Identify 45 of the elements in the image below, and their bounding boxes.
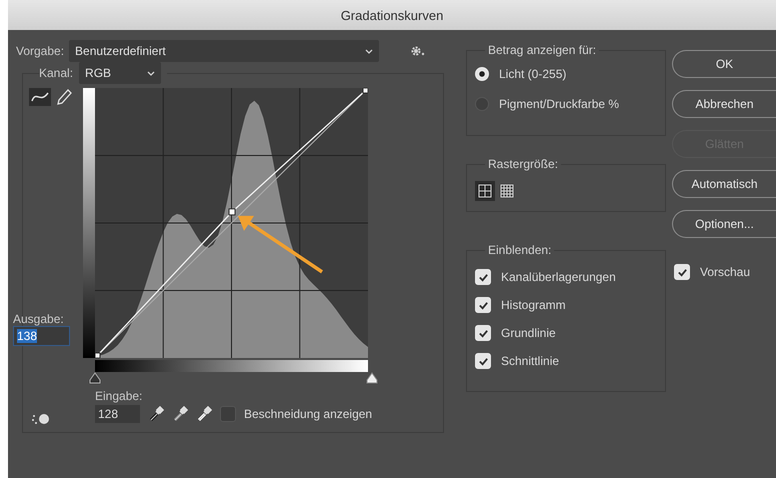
radio-label: Licht (0-255) bbox=[499, 67, 566, 81]
radio-button[interactable] bbox=[475, 97, 489, 111]
target-adjust-icon[interactable] bbox=[31, 412, 51, 426]
control-point[interactable] bbox=[362, 88, 368, 94]
channel-label: Kanal: bbox=[39, 66, 74, 80]
eyedropper-icon[interactable] bbox=[172, 406, 188, 422]
group-title: Rastergröße: bbox=[485, 157, 562, 171]
check-icon bbox=[676, 266, 688, 278]
checkbox-label: Grundlinie bbox=[501, 326, 556, 340]
output-label: Ausgabe: bbox=[13, 312, 65, 326]
preset-dropdown[interactable]: Benutzerdefiniert bbox=[69, 40, 380, 62]
settings-icon[interactable] bbox=[410, 45, 426, 57]
dialog-button[interactable]: OK bbox=[672, 50, 776, 78]
checkbox-label: Vorschau bbox=[700, 265, 750, 279]
group-title: Betrag anzeigen für: bbox=[485, 43, 600, 57]
checkbox-label: Histogramm bbox=[501, 298, 566, 312]
checkbox-label: Schnittlinie bbox=[501, 354, 560, 368]
window-title: Gradationskurven bbox=[340, 8, 444, 22]
dialog-button[interactable]: Automatisch bbox=[672, 170, 776, 198]
input-label: Eingabe: bbox=[95, 389, 144, 403]
dialog-button[interactable]: Optionen... bbox=[672, 210, 776, 238]
coarse-grid-icon[interactable] bbox=[475, 181, 495, 201]
checkbox-label: Kanalüberlagerungen bbox=[501, 270, 616, 284]
checkbox-label: Beschneidung anzeigen bbox=[244, 407, 372, 421]
radio-label: Pigment/Druckfarbe % bbox=[499, 97, 620, 111]
dialog-button[interactable]: Abbrechen bbox=[672, 90, 776, 118]
eyedropper-icon[interactable] bbox=[148, 406, 164, 422]
check-icon bbox=[478, 272, 488, 282]
curve-tool-icon[interactable] bbox=[29, 88, 51, 106]
preset-label: Vorgabe: bbox=[16, 44, 64, 58]
output-field[interactable]: 138 bbox=[13, 326, 70, 346]
group-title: Einblenden: bbox=[485, 243, 554, 257]
check-icon bbox=[478, 300, 488, 310]
control-point[interactable] bbox=[228, 208, 236, 216]
channel-dropdown[interactable]: RGB bbox=[79, 62, 162, 84]
chevron-icon bbox=[147, 70, 156, 76]
slider-handle[interactable] bbox=[366, 372, 378, 384]
eyedropper-icon[interactable] bbox=[196, 406, 212, 422]
input-field[interactable]: 128 bbox=[95, 405, 140, 423]
check-icon bbox=[478, 328, 488, 338]
slider-handle[interactable] bbox=[89, 372, 101, 384]
control-point[interactable] bbox=[95, 352, 100, 358]
check-icon bbox=[478, 356, 488, 366]
chevron-icon bbox=[365, 48, 374, 54]
checkbox[interactable] bbox=[220, 406, 236, 422]
